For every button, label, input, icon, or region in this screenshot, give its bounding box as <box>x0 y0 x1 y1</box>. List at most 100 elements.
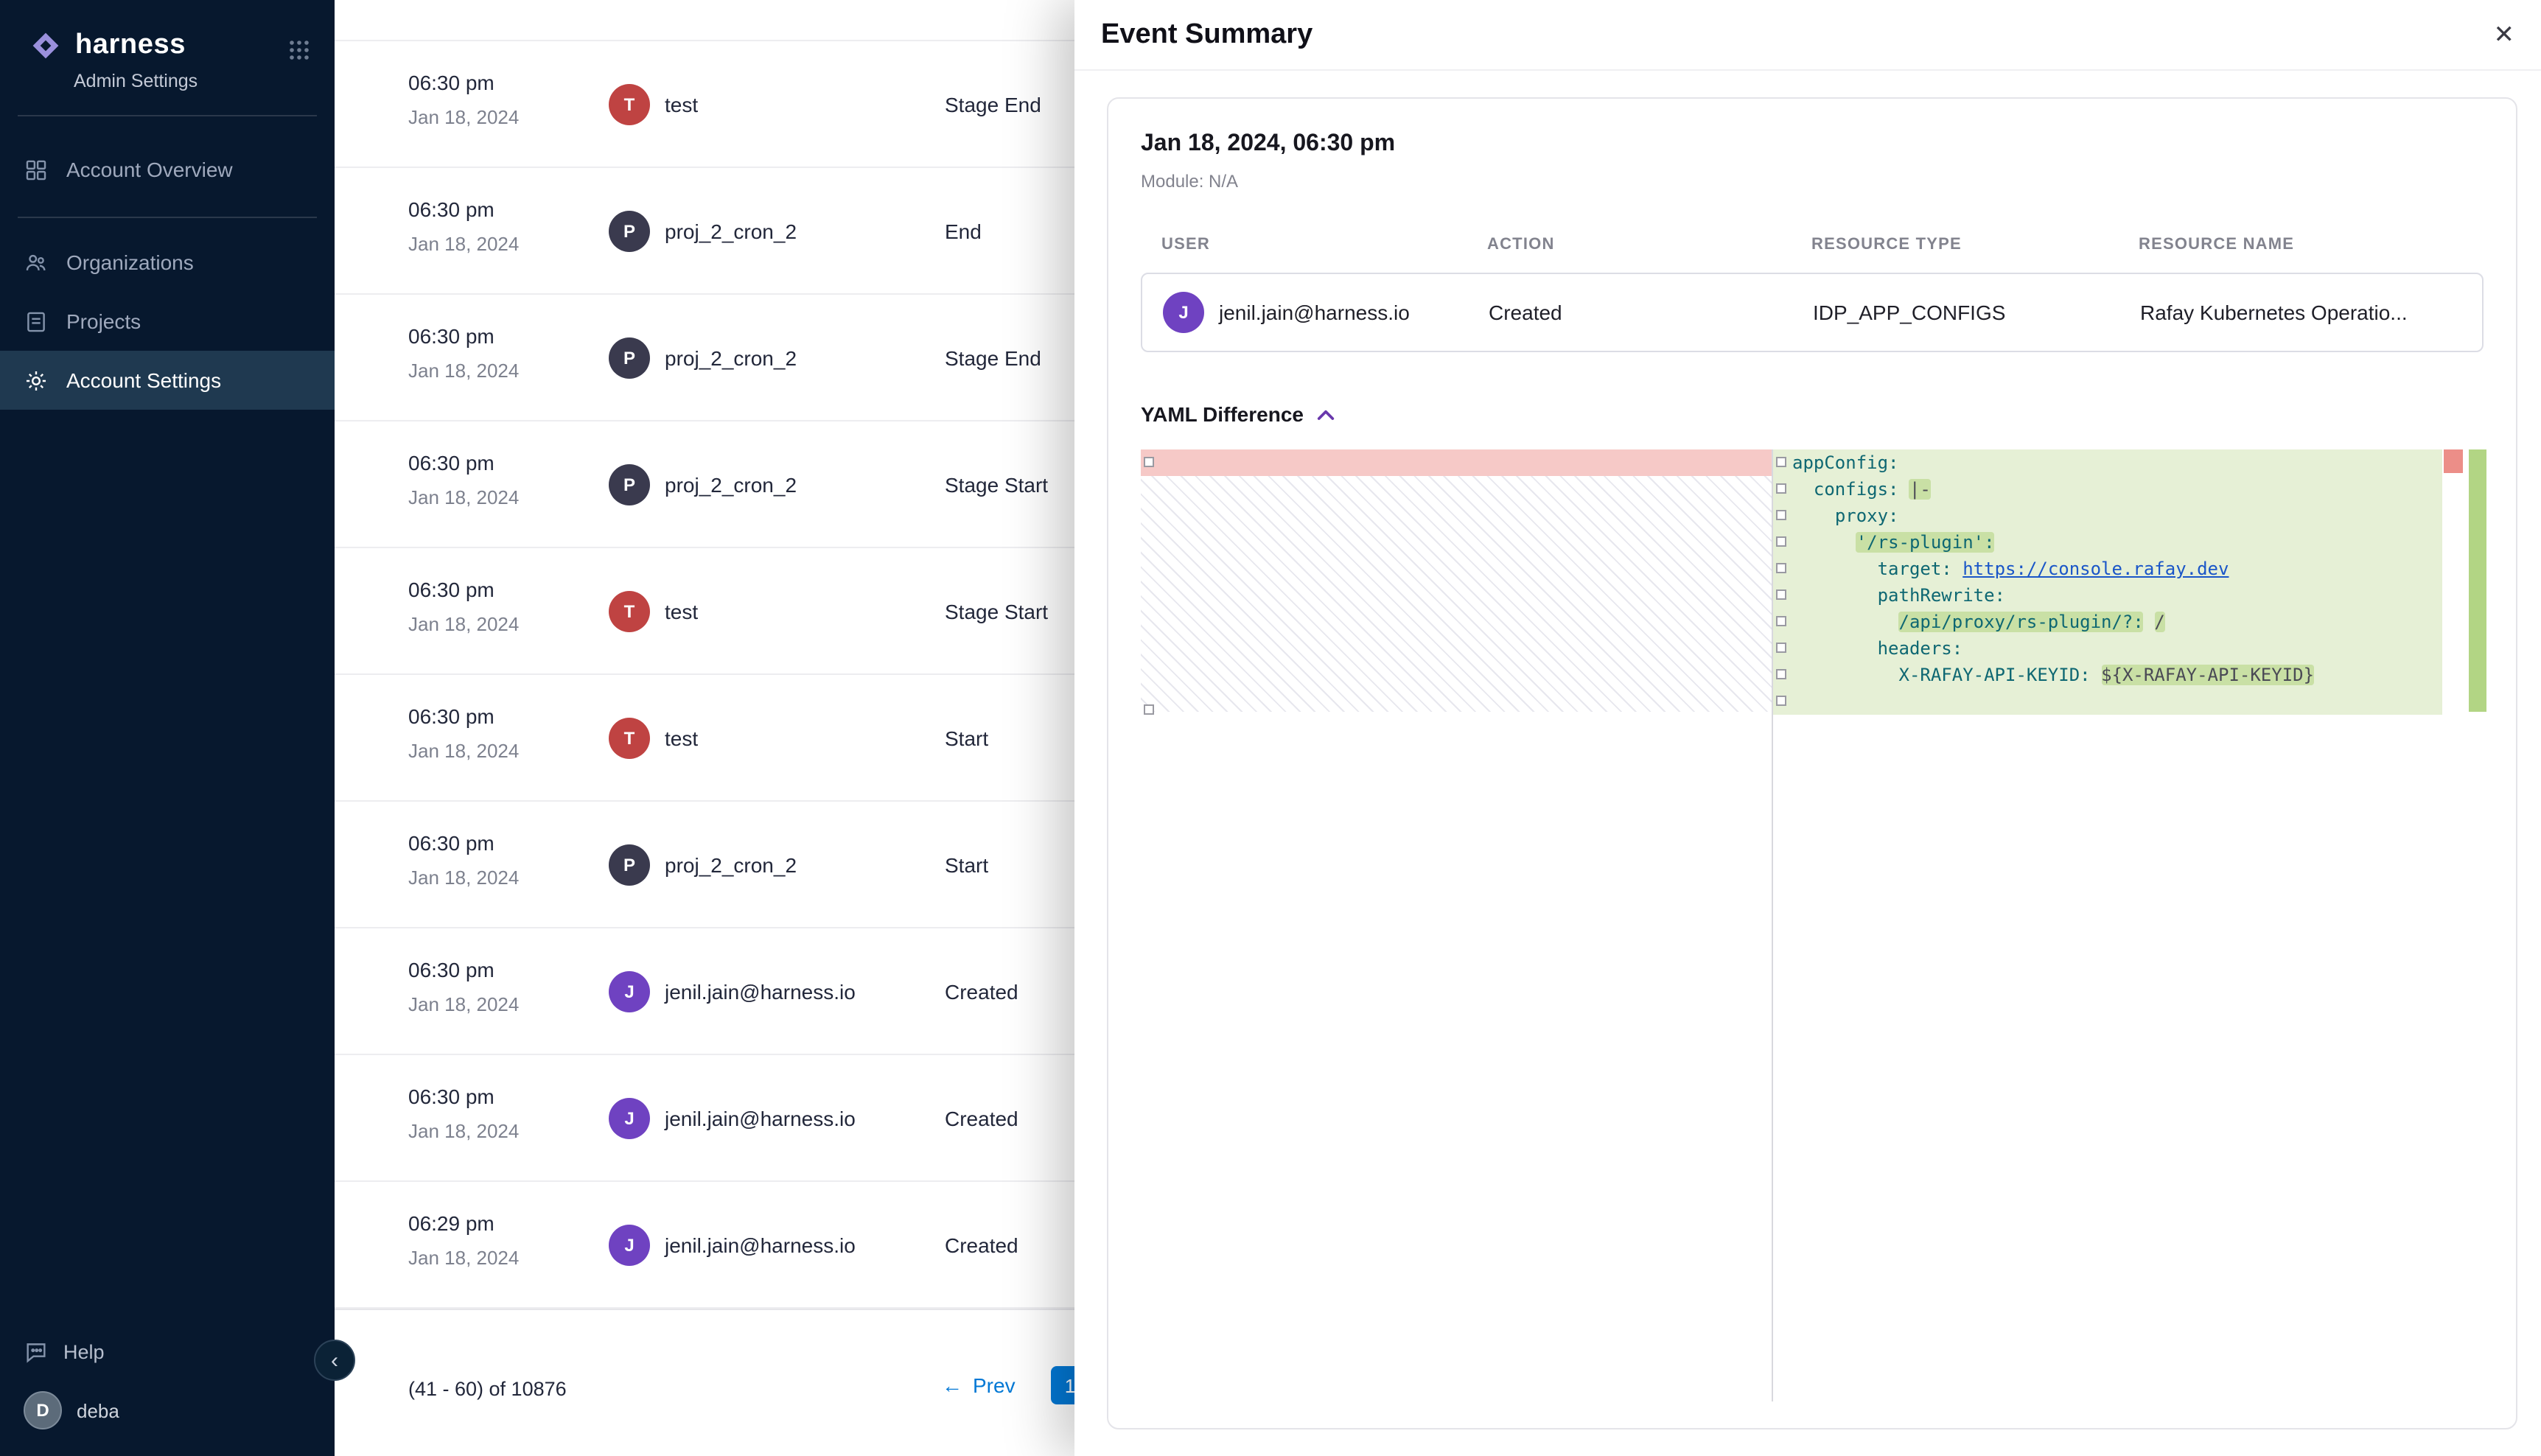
row-date: Jan 18, 2024 <box>408 1247 519 1269</box>
row-time: 06:30 pm <box>408 958 519 981</box>
row-action: Created <box>945 1106 1018 1130</box>
overview-icon <box>24 157 49 182</box>
yaml-difference-toggle[interactable]: YAML Difference <box>1141 402 2484 426</box>
row-user: proj_2_cron_2 <box>665 853 797 876</box>
row-user: proj_2_cron_2 <box>665 219 797 242</box>
sidebar-item-label: Account Overview <box>66 158 233 181</box>
fold-marker-icon[interactable] <box>1776 457 1786 467</box>
avatar: T <box>609 717 650 758</box>
avatar: J <box>1163 292 1204 333</box>
logo: harness <box>0 0 335 62</box>
sidebar-item-projects[interactable]: Projects <box>0 292 335 351</box>
sidebar-divider <box>18 217 317 218</box>
fold-marker-icon[interactable] <box>1776 616 1786 626</box>
row-date: Jan 18, 2024 <box>408 486 519 508</box>
prev-page-button[interactable]: ← Prev <box>924 1363 1033 1407</box>
diff-added-line: pathRewrite: <box>1773 582 2442 609</box>
row-time: 06:29 pm <box>408 1211 519 1235</box>
app-root: harness Admin Settings Account Overview <box>0 0 2541 1456</box>
fold-marker-icon[interactable] <box>1776 483 1786 494</box>
avatar: P <box>609 463 650 505</box>
event-module: Module: N/A <box>1141 171 2484 192</box>
sidebar-item-organizations[interactable]: Organizations <box>0 233 335 292</box>
yaml-difference-label: YAML Difference <box>1141 402 1304 426</box>
user-menu[interactable]: D deba <box>0 1376 335 1435</box>
drawer-title: Event Summary <box>1101 18 1313 51</box>
sidebar-collapse-button[interactable]: ‹ <box>314 1340 355 1381</box>
event-summary-drawer: Event Summary ✕ Jan 18, 2024, 06:30 pm M… <box>1074 0 2541 1456</box>
avatar: P <box>609 337 650 378</box>
drawer-header: Event Summary ✕ <box>1074 0 2541 71</box>
sidebar-item-account-overview[interactable]: Account Overview <box>0 140 335 199</box>
fold-marker-icon[interactable] <box>1776 563 1786 573</box>
row-time: 06:30 pm <box>408 451 519 475</box>
row-time: 06:30 pm <box>408 831 519 855</box>
chevron-up-icon <box>1317 407 1336 421</box>
help-button[interactable]: Help <box>0 1328 335 1376</box>
overview-ruler-added-mark <box>2469 449 2486 712</box>
diff-added-line: target: https://console.rafay.dev <box>1773 556 2442 582</box>
sidebar-item-label: Organizations <box>66 251 194 274</box>
row-user: jenil.jain@harness.io <box>665 979 856 1003</box>
fold-marker-icon[interactable] <box>1144 457 1154 467</box>
row-date: Jan 18, 2024 <box>408 1120 519 1142</box>
projects-icon <box>24 309 49 334</box>
sidebar: harness Admin Settings Account Overview <box>0 0 335 1456</box>
diff-added-line: X-RAFAY-API-KEYID: ${X-RAFAY-API-KEYID} <box>1773 662 2442 688</box>
col-action: ACTION <box>1487 236 1811 253</box>
left-arrow-icon: ← <box>942 1373 962 1397</box>
avatar: J <box>609 1224 650 1265</box>
app-switcher-icon[interactable] <box>287 38 311 69</box>
fold-marker-icon[interactable] <box>1776 589 1786 600</box>
fold-marker-icon[interactable] <box>1776 696 1786 706</box>
event-action: Created <box>1489 301 1813 324</box>
row-date: Jan 18, 2024 <box>408 106 519 128</box>
row-date: Jan 18, 2024 <box>408 0 519 1</box>
sidebar-nav: Account Overview Organizations Projects <box>0 140 335 410</box>
sidebar-item-account-settings[interactable]: Account Settings <box>0 351 335 410</box>
help-label: Help <box>63 1341 105 1363</box>
fold-marker-icon[interactable] <box>1776 510 1786 520</box>
row-user: proj_2_cron_2 <box>665 346 797 369</box>
row-date: Jan 18, 2024 <box>408 613 519 635</box>
avatar: P <box>609 844 650 885</box>
avatar: P <box>609 210 650 251</box>
target-url-link[interactable]: https://console.rafay.dev <box>1962 559 2229 579</box>
row-time: 06:30 pm <box>408 197 519 221</box>
row-action: Stage Start <box>945 472 1048 496</box>
event-card: Jan 18, 2024, 06:30 pm Module: N/A USER … <box>1107 97 2517 1429</box>
row-date: Jan 18, 2024 <box>408 360 519 382</box>
event-table-header: USER ACTION RESOURCE TYPE RESOURCE NAME <box>1141 236 2484 253</box>
avatar: T <box>609 590 650 631</box>
col-user: USER <box>1161 236 1487 253</box>
row-action: Stage End <box>945 346 1041 369</box>
diff-added-line: headers: <box>1773 635 2442 662</box>
row-action: Start <box>945 726 988 749</box>
diff-added-line: '/rs-plugin': <box>1773 529 2442 556</box>
harness-logo-icon <box>29 29 62 62</box>
event-resource-type: IDP_APP_CONFIGS <box>1813 301 2140 324</box>
close-icon[interactable]: ✕ <box>2494 22 2515 47</box>
help-chat-icon <box>24 1340 49 1365</box>
row-action: Created <box>945 1233 1018 1256</box>
logo-text: harness <box>75 29 186 62</box>
row-date: Jan 18, 2024 <box>408 740 519 762</box>
gear-icon <box>24 368 49 393</box>
fold-marker-icon[interactable] <box>1144 704 1154 715</box>
diff-added-line: /api/proxy/rs-plugin/?: / <box>1773 609 2442 635</box>
fold-marker-icon[interactable] <box>1776 536 1786 547</box>
diff-pane-modified: appConfig: configs: |- proxy: '/rs-plugi… <box>1773 449 2442 715</box>
row-action: Stage End <box>945 92 1041 116</box>
row-time: 06:30 pm <box>408 1085 519 1108</box>
sidebar-subtitle: Admin Settings <box>74 71 335 91</box>
fold-marker-icon[interactable] <box>1776 669 1786 679</box>
row-time: 06:30 pm <box>408 324 519 348</box>
event-table-row[interactable]: J jenil.jain@harness.io Created IDP_APP_… <box>1141 273 2484 352</box>
row-action: Start <box>945 853 988 876</box>
pagination-range: (41 - 60) of 10876 <box>408 1378 567 1400</box>
user-avatar: D <box>24 1391 62 1429</box>
sidebar-bottom: Help D deba <box>0 1328 335 1435</box>
fold-marker-icon[interactable] <box>1776 643 1786 653</box>
avatar: J <box>609 970 650 1012</box>
row-time: 06:30 pm <box>408 578 519 601</box>
